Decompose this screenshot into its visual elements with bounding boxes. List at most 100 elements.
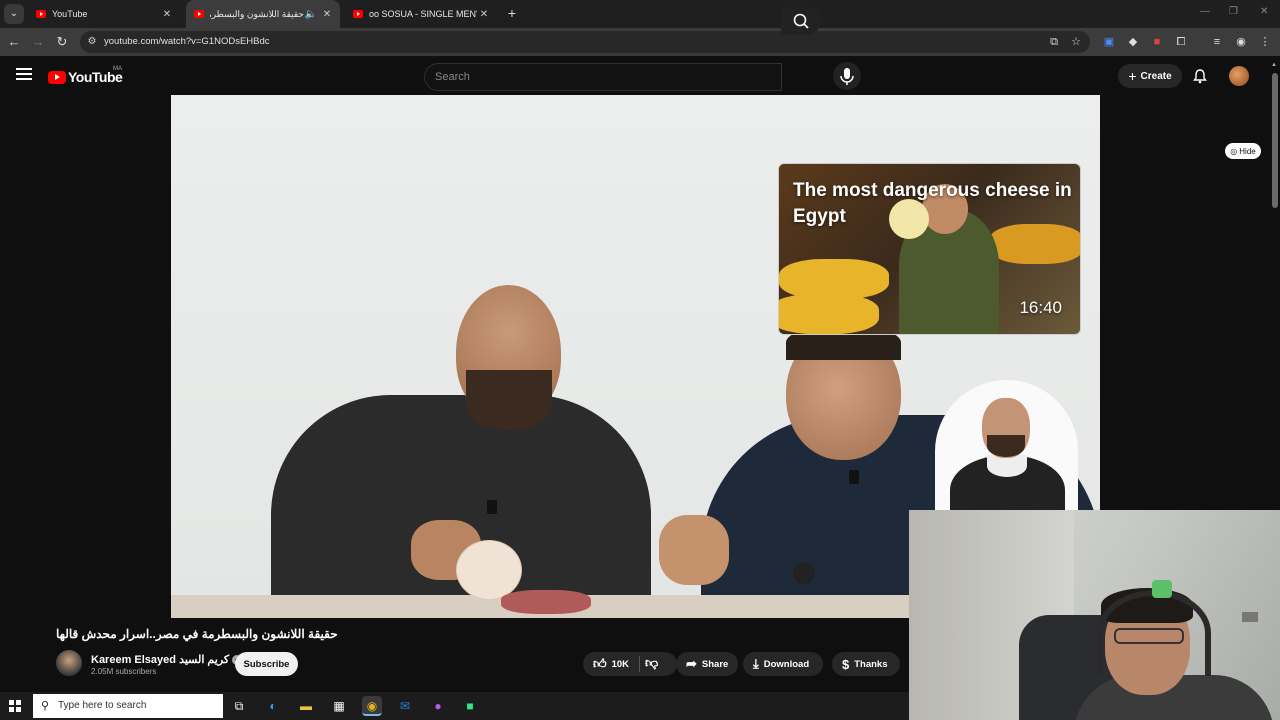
hand xyxy=(659,515,729,585)
share-label: Share xyxy=(701,658,729,670)
plus-icon: + xyxy=(1128,68,1137,84)
notifications-bell-icon[interactable] xyxy=(1192,68,1208,84)
thumbs-down-icon[interactable]: 👎︎ xyxy=(645,655,658,671)
file-explorer-icon[interactable]: ▬ xyxy=(296,696,316,716)
endscreen-video-card[interactable]: The most dangerous cheese in Egypt 16:40 xyxy=(778,163,1081,335)
url-text[interactable]: youtube.com/watch?v=G1NODsEHBdc xyxy=(104,36,270,47)
edge-icon[interactable]: ◐ xyxy=(263,696,283,716)
tab-sosua[interactable]: oo SOSUA - SINGLE MEN'S PAR ✕ xyxy=(345,0,497,28)
hide-label: Hide xyxy=(1239,146,1256,156)
youtube-play-logo-icon xyxy=(48,70,66,84)
microphone-icon xyxy=(840,68,854,85)
create-button[interactable]: + Create xyxy=(1118,64,1182,88)
app-icon[interactable]: ■ xyxy=(460,696,480,716)
extension-diamond-icon[interactable]: ◆ xyxy=(1126,35,1140,49)
address-bar[interactable]: ⚙ youtube.com/watch?v=G1NODsEHBdc xyxy=(80,31,1090,53)
minimize-icon[interactable]: — xyxy=(1200,6,1210,17)
video-frame-beard xyxy=(466,370,552,430)
restore-icon[interactable]: ❐ xyxy=(1229,6,1238,17)
youtube-favicon-icon xyxy=(194,10,204,18)
like-dislike-group: 👍︎ 10K 👎︎ xyxy=(583,652,677,676)
tab-current-video[interactable]: حقيقة اللانشون والبسطرمة 🔈 ✕ xyxy=(186,0,340,28)
tab-title: حقيقة اللانشون والبسطرمة xyxy=(210,8,304,19)
meat xyxy=(501,590,591,614)
endscreen-channel-card[interactable] xyxy=(935,380,1078,510)
luncheon-slice xyxy=(456,540,522,600)
download-label: Download xyxy=(763,658,810,670)
windows-start-icon[interactable] xyxy=(9,700,21,712)
youtube-logo[interactable]: YouTube xyxy=(48,69,123,85)
bookmark-star-icon[interactable]: ☆ xyxy=(1069,35,1083,49)
task-view-icon[interactable]: ⧉ xyxy=(229,696,249,716)
browser-tabstrip: ⌄ YouTube ✕ حقيقة اللانشون والبسطرمة 🔈 ✕… xyxy=(0,0,1280,28)
back-arrow-icon[interactable]: ← xyxy=(6,34,22,50)
youtube-favicon-icon xyxy=(36,10,46,18)
search-button[interactable] xyxy=(781,7,821,35)
tab-title: YouTube xyxy=(52,9,88,19)
search-icon xyxy=(793,13,809,29)
taskbar-search-input[interactable]: ⚲ Type here to search xyxy=(33,694,223,718)
headset-mic xyxy=(1152,580,1172,598)
translate-extension-icon[interactable]: ▣ xyxy=(1102,35,1116,49)
super-thanks-icon: $ xyxy=(842,656,850,672)
search-input[interactable]: Search xyxy=(424,63,782,91)
wristwatch xyxy=(793,562,815,584)
search-icon: ⚲ xyxy=(41,700,50,712)
subscribe-button[interactable]: Subscribe xyxy=(235,652,298,676)
tab-close-icon[interactable]: ✕ xyxy=(477,9,491,20)
create-label: Create xyxy=(1140,70,1172,82)
taskbar-search-placeholder: Type here to search xyxy=(58,700,147,711)
channel-card-collar xyxy=(987,455,1027,477)
extensions-puzzle-icon[interactable]: ⧠ xyxy=(1174,35,1188,49)
voice-search-button[interactable] xyxy=(833,62,861,90)
cheese-shelf xyxy=(779,294,879,334)
outlook-icon[interactable]: ✉ xyxy=(395,696,415,716)
media-control-icon[interactable]: ≡ xyxy=(1210,35,1224,49)
page-scrollbar-thumb[interactable] xyxy=(1272,73,1278,208)
extension-red-icon[interactable]: ■ xyxy=(1150,35,1164,49)
search-placeholder: Search xyxy=(435,71,470,83)
download-icon: ⤓ xyxy=(753,656,759,671)
tab-search-button[interactable]: ⌄ xyxy=(4,4,24,24)
new-tab-button[interactable]: + xyxy=(504,5,520,21)
app-icon[interactable]: ● xyxy=(428,696,448,716)
account-avatar[interactable] xyxy=(1229,66,1249,86)
lapel-mic xyxy=(849,470,859,484)
like-button[interactable]: 👍︎ 10K xyxy=(583,656,629,672)
microsoft-store-icon[interactable]: ▦ xyxy=(329,696,349,716)
channel-avatar[interactable] xyxy=(56,650,82,676)
download-button[interactable]: ⤓ Download xyxy=(743,652,823,676)
share-button[interactable]: ➦ Share xyxy=(676,652,738,676)
cheese-shelf xyxy=(779,259,889,299)
forward-arrow-icon[interactable]: → xyxy=(30,34,46,50)
reload-icon[interactable]: ↻ xyxy=(54,34,70,50)
hamburger-menu-icon[interactable] xyxy=(16,68,32,82)
wall-frame xyxy=(1242,612,1258,622)
tab-youtube[interactable]: YouTube ✕ xyxy=(28,0,180,28)
windows-taskbar: ⚲ Type here to search ⧉ ◐ ▬ ▦ ◉ ✉ ● ■ xyxy=(0,692,909,720)
tab-close-icon[interactable]: ✕ xyxy=(320,9,334,20)
chrome-menu-icon[interactable]: ⋮ xyxy=(1258,35,1272,49)
glasses xyxy=(1114,628,1184,644)
video-title: حقيقة اللانشون والبسطرمة في مصر..اسرار م… xyxy=(56,627,338,641)
hide-endscreen-button[interactable]: ◎ Hide xyxy=(1225,143,1261,159)
chrome-icon[interactable]: ◉ xyxy=(362,696,382,716)
tab-close-icon[interactable]: ✕ xyxy=(160,9,174,20)
site-settings-icon[interactable]: ⚙ xyxy=(86,36,98,48)
subscriber-count: 2.05M subscribers xyxy=(91,667,157,676)
close-window-icon[interactable]: ✕ xyxy=(1260,6,1268,17)
youtube-header: YouTube MA Search xyxy=(0,56,1280,96)
eye-slash-icon: ◎ xyxy=(1230,146,1238,156)
channel-name[interactable]: Kareem Elsayed كريم السيد xyxy=(91,654,229,666)
webcam-overlay xyxy=(909,510,1280,720)
scroll-up-arrow-icon[interactable]: ▲ xyxy=(1271,62,1277,68)
endscreen-video-duration: 16:40 xyxy=(1019,298,1062,317)
cheese-shelf xyxy=(989,224,1080,264)
country-code: MA xyxy=(113,66,122,72)
install-app-icon[interactable]: ⧉ xyxy=(1047,35,1061,49)
tab-title: oo SOSUA - SINGLE MEN'S PAR xyxy=(369,9,477,19)
speaker-icon[interactable]: 🔈 xyxy=(304,9,318,20)
thanks-button[interactable]: $ Thanks xyxy=(832,652,900,676)
channel-name-row[interactable]: Kareem Elsayed كريم السيد✓ xyxy=(91,653,243,666)
profile-icon[interactable]: ◉ xyxy=(1234,35,1248,49)
